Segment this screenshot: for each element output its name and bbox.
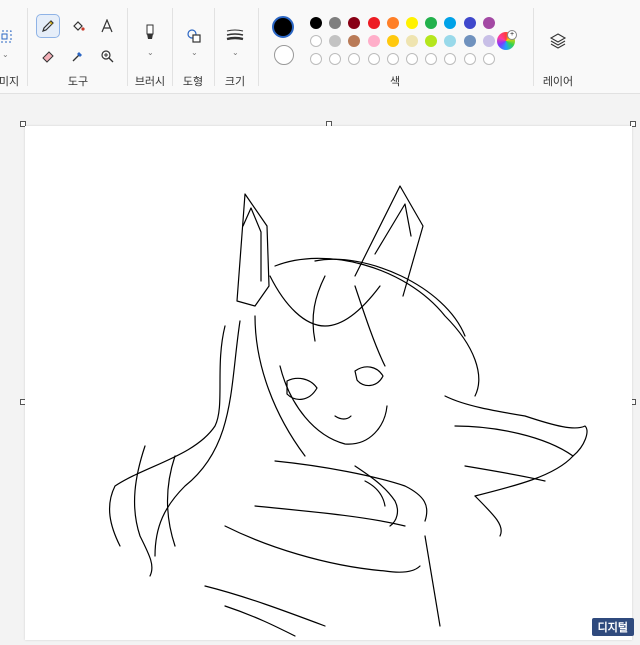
custom-color-slot[interactable]: [310, 53, 322, 65]
divider: [27, 8, 28, 86]
color-swatch[interactable]: [310, 17, 322, 29]
chevron-down-icon[interactable]: ⌄: [232, 48, 239, 57]
shapes-button[interactable]: [183, 25, 205, 47]
color-swatch[interactable]: [482, 17, 495, 29]
color-picker-tool-button[interactable]: [67, 45, 89, 67]
edit-colors-button[interactable]: +: [497, 30, 517, 50]
color-swatch[interactable]: [406, 35, 418, 47]
shapes-group-label: 도형: [182, 76, 204, 88]
custom-color-slot[interactable]: [386, 53, 399, 65]
color-swatch[interactable]: [406, 17, 418, 29]
fill-tool-button[interactable]: [67, 15, 89, 37]
custom-color-slot[interactable]: [348, 53, 361, 65]
divider: [214, 8, 215, 86]
ribbon-toolbar: ⌄ 미지 도구 ⌄ 브러시 ⌄ 도형 ⌄ 크기 + 색 레이어: [0, 0, 640, 94]
color-swatch[interactable]: [310, 35, 322, 47]
color-swatch[interactable]: [444, 35, 457, 47]
color-swatch[interactable]: [348, 35, 361, 47]
brush-icon: [146, 24, 154, 39]
divider: [127, 8, 128, 86]
layers-button[interactable]: [547, 30, 569, 52]
color1-button[interactable]: [272, 16, 294, 38]
custom-color-slot[interactable]: [463, 53, 476, 65]
plus-icon: +: [507, 30, 517, 40]
line-size-icon: [226, 29, 244, 41]
color-swatch[interactable]: [482, 35, 495, 47]
chevron-down-icon[interactable]: ⌄: [2, 50, 9, 59]
color-swatch[interactable]: [425, 35, 438, 47]
text-icon: [101, 19, 113, 33]
divider: [172, 8, 173, 86]
line-drawing: [109, 185, 588, 637]
tools-group-label: 도구: [67, 76, 89, 88]
magnifier-icon: [101, 50, 114, 63]
chevron-down-icon[interactable]: ⌄: [191, 48, 198, 57]
watermark: 디지털: [591, 618, 634, 636]
size-group-label: 크기: [224, 76, 246, 88]
size-button[interactable]: [224, 24, 246, 46]
custom-color-slot[interactable]: [329, 53, 342, 65]
color-swatch[interactable]: [329, 17, 342, 29]
brushes-group-label: 브러시: [134, 76, 166, 88]
layers-group-label: 레이어: [542, 76, 574, 88]
layers-icon: [549, 33, 567, 49]
shapes-icon: [187, 29, 201, 43]
custom-color-slot[interactable]: [406, 53, 418, 65]
pencil-icon: [42, 20, 54, 32]
watermark-text: 디지털: [597, 622, 628, 634]
custom-color-slot[interactable]: [425, 53, 438, 65]
color-swatch[interactable]: [463, 35, 476, 47]
color-swatch[interactable]: [463, 17, 476, 29]
colors-group-label: 색: [389, 76, 401, 88]
divider: [258, 8, 259, 86]
divider: [533, 8, 534, 86]
color-swatch[interactable]: [386, 35, 399, 47]
brush-button[interactable]: [139, 22, 161, 44]
color-swatch[interactable]: [329, 35, 342, 47]
magnifier-tool-button[interactable]: [96, 45, 118, 67]
text-tool-button[interactable]: [96, 15, 118, 37]
drawing-canvas[interactable]: [25, 126, 632, 640]
color-swatch[interactable]: [367, 35, 380, 47]
color-swatch[interactable]: [444, 17, 457, 29]
image-group-label: 미지: [0, 76, 20, 88]
color-swatch[interactable]: [425, 17, 438, 29]
eraser-icon: [42, 51, 54, 63]
color2-button[interactable]: [274, 45, 294, 65]
custom-color-slot[interactable]: [482, 53, 495, 65]
pencil-tool-button[interactable]: [36, 14, 60, 38]
eraser-tool-button[interactable]: [37, 45, 59, 67]
fill-icon: [73, 21, 85, 31]
chevron-down-icon[interactable]: ⌄: [147, 48, 154, 57]
select-icon[interactable]: [0, 26, 16, 48]
color-picker-icon: [72, 52, 82, 62]
color-swatch[interactable]: [348, 17, 361, 29]
custom-color-slot[interactable]: [444, 53, 457, 65]
color-swatch[interactable]: [367, 17, 380, 29]
color-swatch[interactable]: [386, 17, 399, 29]
custom-color-slot[interactable]: [367, 53, 380, 65]
